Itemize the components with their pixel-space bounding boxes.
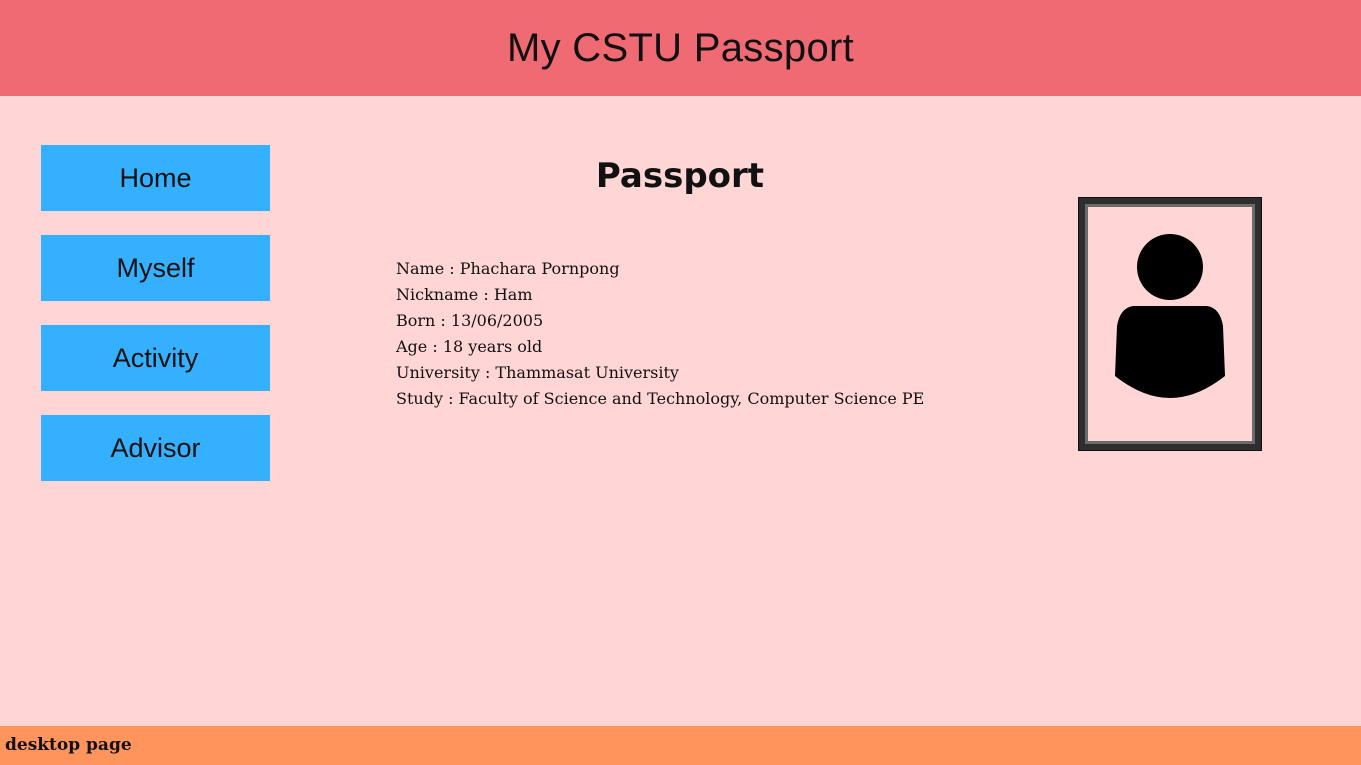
sidebar-nav: Home Myself Activity Advisor	[41, 145, 270, 505]
profile-photo-frame	[1079, 198, 1261, 450]
home-button[interactable]: Home	[41, 145, 270, 211]
activity-button[interactable]: Activity	[41, 325, 270, 391]
footer-label: desktop page	[5, 735, 132, 755]
info-university: University : Thammasat University	[396, 363, 679, 382]
info-age: Age : 18 years old	[396, 337, 543, 356]
site-footer: desktop page	[0, 726, 1361, 765]
advisor-button[interactable]: Advisor	[41, 415, 270, 481]
page-heading: Passport	[595, 156, 765, 196]
info-born: Born : 13/06/2005	[396, 311, 544, 330]
myself-button[interactable]: Myself	[41, 235, 270, 301]
info-nickname: Nickname : Ham	[396, 285, 533, 304]
user-avatar-icon	[1115, 234, 1225, 398]
info-study: Study : Faculty of Science and Technolog…	[396, 389, 925, 408]
passport-info-list: Name : Phachara Pornpong Nickname : Ham …	[396, 256, 924, 412]
info-name: Name : Phachara Pornpong	[396, 259, 620, 278]
site-title: My CSTU Passport	[506, 25, 855, 70]
site-header: My CSTU Passport	[0, 0, 1361, 96]
